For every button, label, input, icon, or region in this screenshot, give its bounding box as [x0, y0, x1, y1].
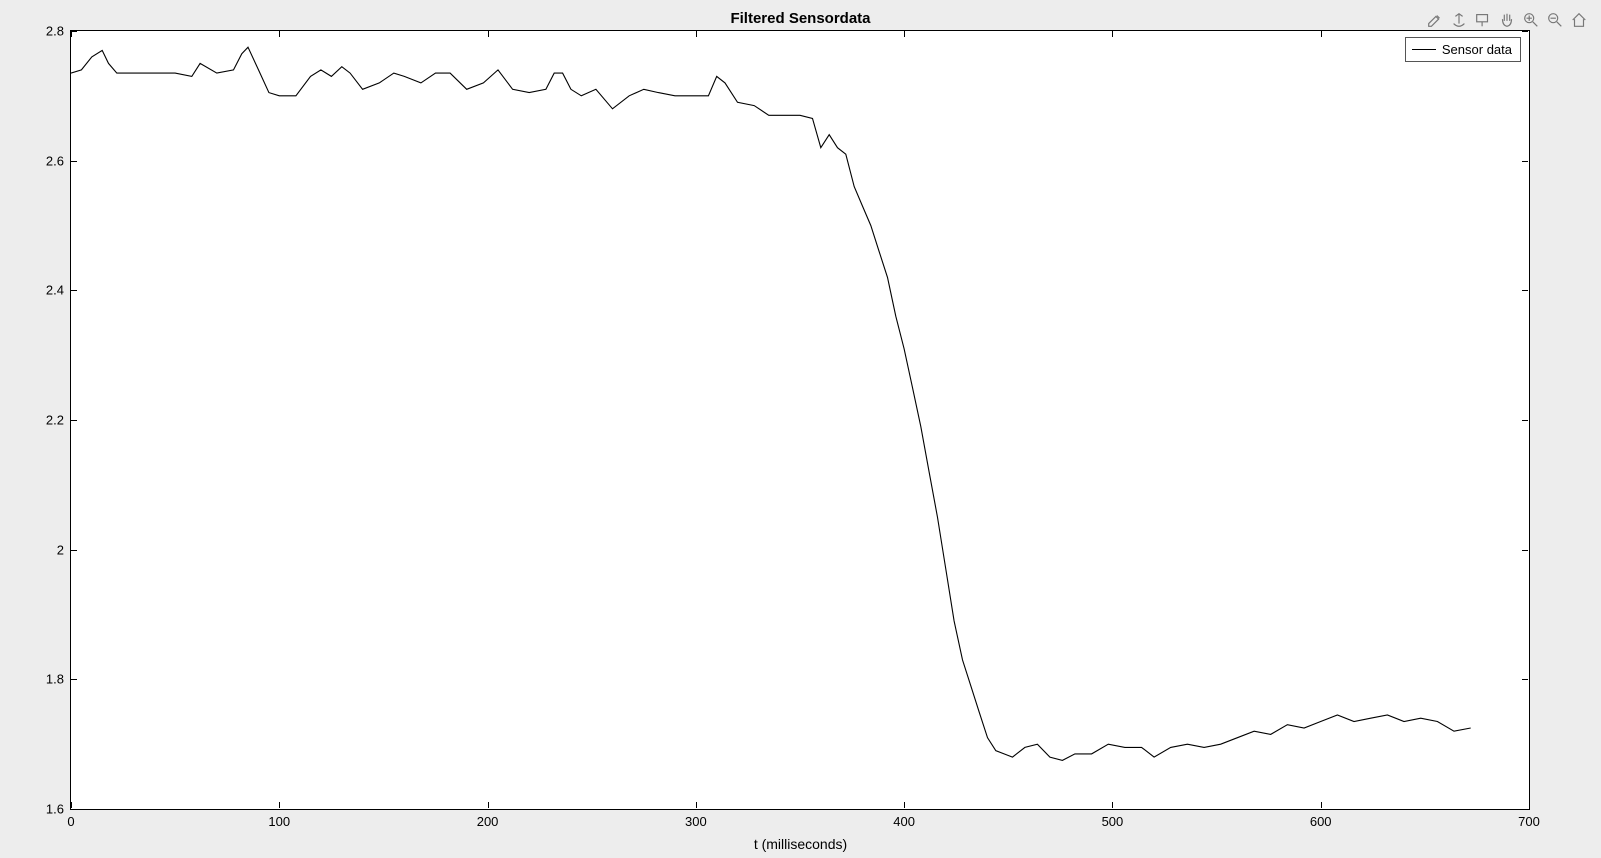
y-tick-label: 2.4 — [30, 283, 64, 298]
pan-icon[interactable] — [1497, 10, 1517, 30]
figure-toolbar — [1425, 10, 1589, 30]
y-tick-label: 2.2 — [30, 413, 64, 428]
x-tick-label: 200 — [477, 814, 499, 829]
x-tick-label: 300 — [685, 814, 707, 829]
legend-entry-label: Sensor data — [1442, 42, 1512, 57]
home-icon[interactable] — [1569, 10, 1589, 30]
x-tick-label: 100 — [268, 814, 290, 829]
x-axis-label: t (milliseconds) — [0, 836, 1601, 852]
figure-window: Filtered Sensordata distance to surface … — [0, 0, 1601, 858]
series-line — [71, 31, 1529, 809]
y-tick-label: 2.6 — [30, 153, 64, 168]
y-tick-label: 1.6 — [30, 802, 64, 817]
datatip-icon[interactable] — [1473, 10, 1493, 30]
brush-icon[interactable] — [1425, 10, 1445, 30]
y-tick-label: 1.8 — [30, 672, 64, 687]
zoomin-icon[interactable] — [1521, 10, 1541, 30]
x-tick-label: 400 — [893, 814, 915, 829]
rotate3d-icon[interactable] — [1449, 10, 1469, 30]
plot-area: Sensor data — [70, 30, 1530, 810]
y-tick-label: 2 — [30, 542, 64, 557]
x-tick-label: 500 — [1102, 814, 1124, 829]
y-tick-label: 2.8 — [30, 24, 64, 39]
legend-swatch — [1412, 49, 1436, 50]
x-tick-label: 600 — [1310, 814, 1332, 829]
chart-title: Filtered Sensordata — [0, 10, 1601, 27]
legend[interactable]: Sensor data — [1405, 37, 1521, 62]
zoomout-icon[interactable] — [1545, 10, 1565, 30]
x-tick-label: 0 — [67, 814, 74, 829]
x-tick-label: 700 — [1518, 814, 1540, 829]
